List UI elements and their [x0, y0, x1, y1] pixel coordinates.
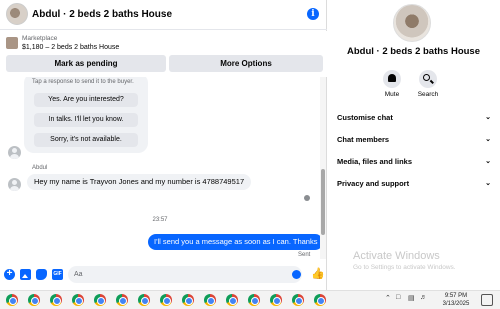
volume-icon[interactable]: ♬	[420, 294, 427, 301]
composer: + GIF Aa 👍	[0, 262, 327, 286]
suggested-responses: Tap a response to send it to the buyer. …	[24, 77, 148, 153]
listing-small-thumbnail	[6, 37, 18, 49]
chrome-icon[interactable]	[72, 294, 84, 306]
suggestion-chip[interactable]: Sorry, it's not available.	[34, 133, 138, 147]
message-scrollbar[interactable]	[320, 77, 326, 259]
section-customise-chat[interactable]: Customise chat ⌄	[337, 111, 495, 125]
suggestion-chip[interactable]: Yes. Are you interested?	[34, 93, 138, 107]
incoming-message[interactable]: Hey my name is Trayvon Jones and my numb…	[27, 174, 252, 190]
chrome-icon[interactable]	[50, 294, 62, 306]
info-icon[interactable]: i	[307, 8, 319, 20]
mute-label: Mute	[384, 91, 400, 98]
chrome-icon[interactable]	[28, 294, 40, 306]
search-button[interactable]: Search	[413, 70, 443, 98]
mute-button[interactable]: Mute	[377, 70, 407, 98]
tray-app-icon[interactable]: □	[396, 294, 400, 301]
chevron-down-icon: ⌄	[485, 114, 491, 121]
chrome-icon[interactable]	[138, 294, 150, 306]
screen: Abdul · 2 beds 2 baths House i Marketpla…	[0, 0, 500, 309]
chrome-icon[interactable]	[182, 294, 194, 306]
listing-price: $1,180 – 2 beds 2 baths House	[22, 44, 120, 51]
chrome-icon[interactable]	[160, 294, 172, 306]
listing-photo[interactable]	[393, 4, 431, 42]
section-label: Media, files and links	[337, 157, 413, 166]
notification-icon[interactable]	[481, 294, 493, 306]
image-icon[interactable]	[20, 269, 31, 280]
search-icon	[423, 74, 430, 81]
watermark-title: Activate Windows	[353, 250, 440, 262]
more-options-button[interactable]: More Options	[169, 55, 323, 72]
info-title: Abdul · 2 beds 2 baths House	[346, 46, 481, 57]
network-icon[interactable]: ▤	[408, 294, 415, 302]
chrome-icon[interactable]	[248, 294, 260, 306]
scrollbar-thumb[interactable]	[321, 169, 325, 235]
chat-header: Abdul · 2 beds 2 baths House i	[0, 0, 327, 30]
section-privacy-support[interactable]: Privacy and support ⌄	[337, 177, 495, 191]
conversation-info-pane: Abdul · 2 beds 2 baths House Mute Search…	[327, 0, 500, 290]
section-label: Customise chat	[337, 113, 393, 122]
chat-pane: Abdul · 2 beds 2 baths House i Marketpla…	[0, 0, 327, 290]
search-label: Search	[417, 91, 439, 98]
read-receipt-avatar	[304, 195, 310, 201]
chrome-icon[interactable]	[226, 294, 238, 306]
message-timestamp: 23:57	[152, 217, 168, 223]
watermark-subtitle: Go to Settings to activate Windows.	[353, 264, 456, 271]
taskbar: ⌃ □ ▤ ♬ 9:57 PM 3/13/2025	[0, 290, 500, 309]
chrome-icon[interactable]	[314, 294, 326, 306]
plus-icon[interactable]: +	[4, 269, 15, 280]
section-label: Chat members	[337, 135, 390, 144]
listing-category: Marketplace	[22, 35, 58, 42]
gif-icon[interactable]: GIF	[52, 269, 63, 280]
chrome-icon[interactable]	[292, 294, 304, 306]
sender-name: Abdul	[32, 165, 48, 171]
chrome-icon[interactable]	[204, 294, 216, 306]
suggestion-hint: Tap a response to send it to the buyer.	[32, 79, 134, 85]
suggestion-chip[interactable]: In talks. I'll let you know.	[34, 113, 138, 127]
chevron-down-icon: ⌄	[485, 136, 491, 143]
chat-title[interactable]: Abdul · 2 beds 2 baths House	[32, 9, 172, 20]
buyer-avatar[interactable]	[8, 146, 21, 159]
chevron-down-icon: ⌄	[485, 180, 491, 187]
chrome-icon[interactable]	[270, 294, 282, 306]
chevron-up-icon[interactable]: ⌃	[385, 294, 391, 302]
emoji-icon[interactable]	[292, 270, 301, 279]
clock-time: 9:57 PM	[444, 293, 468, 299]
bell-icon	[388, 74, 396, 82]
mark-as-pending-button[interactable]: Mark as pending	[6, 55, 166, 72]
section-media-files-links[interactable]: Media, files and links ⌄	[337, 155, 495, 169]
section-label: Privacy and support	[337, 179, 410, 188]
thumbs-up-icon[interactable]: 👍	[311, 268, 325, 280]
chevron-down-icon: ⌄	[485, 158, 491, 165]
listing-thumbnail[interactable]	[6, 3, 28, 25]
buyer-avatar[interactable]	[8, 178, 21, 191]
sticker-icon[interactable]	[36, 269, 47, 280]
chrome-icon[interactable]	[6, 294, 18, 306]
activate-windows-watermark: Activate Windows Go to Settings to activ…	[353, 250, 456, 271]
system-clock[interactable]: 9:57 PM 3/13/2025	[436, 292, 476, 308]
message-input[interactable]: Aa	[68, 266, 302, 283]
chrome-icon[interactable]	[116, 294, 128, 306]
clock-date: 3/13/2025	[442, 301, 470, 307]
message-list: Tap a response to send it to the buyer. …	[0, 77, 320, 259]
message-status: Sent	[298, 252, 311, 258]
section-chat-members[interactable]: Chat members ⌄	[337, 133, 495, 147]
outgoing-message[interactable]: I'll send you a message as soon as I can…	[148, 234, 320, 250]
chrome-icon[interactable]	[94, 294, 106, 306]
